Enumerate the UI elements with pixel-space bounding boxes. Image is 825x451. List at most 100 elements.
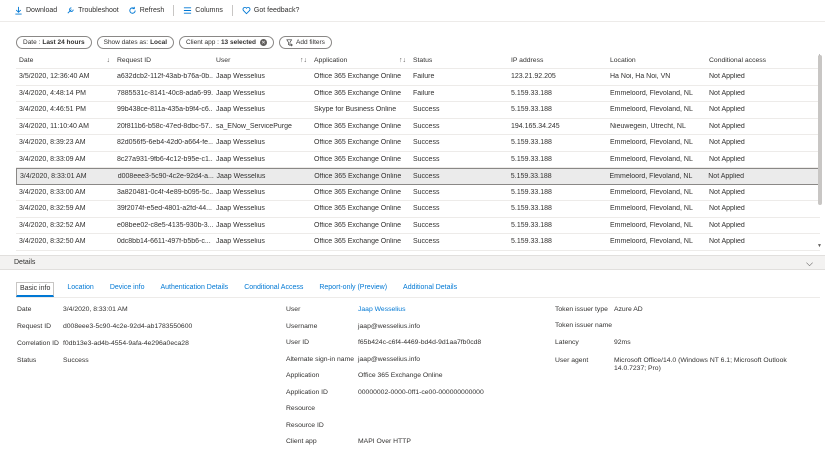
table-cell: Emmeloord, Flevoland, NL <box>610 238 693 246</box>
detail-value[interactable]: Jaap Wesselius <box>358 306 405 313</box>
table-cell: Not Applied <box>709 221 745 229</box>
table-scrollbar[interactable]: ▲ ▼ <box>817 53 823 250</box>
table-row[interactable]: 3/4/2020, 4:46:51 PM 99b438ce-811a-435a-b… <box>16 102 820 119</box>
detail-value: Azure AD <box>614 306 643 313</box>
detail-key: Request ID <box>17 323 52 330</box>
table-cell: Emmeloord, Flevoland, NL <box>609 172 693 180</box>
col-header-location[interactable]: Location <box>607 57 706 64</box>
table-cell: sa_ENow_ServicePurge <box>216 122 292 130</box>
col-header-application[interactable]: Application ↑↓ <box>311 57 410 64</box>
table-cell: Ha Noi, Ha Noi, VN <box>610 73 671 81</box>
table-row[interactable]: 3/4/2020, 8:33:01 AM d008eee3-5c90-4c2e-9… <box>16 168 820 185</box>
col-header-user[interactable]: User ↑↓ <box>213 57 311 64</box>
table-cell: Success <box>413 238 440 246</box>
table-cell: Not Applied <box>709 205 745 213</box>
table-cell: Jaap Wesselius <box>216 106 265 114</box>
sort-icon: ↑↓ <box>300 57 307 64</box>
detail-key: User agent <box>555 357 589 364</box>
table-cell: Office 365 Exchange Online <box>314 172 402 180</box>
table-row[interactable]: 3/4/2020, 8:32:59 AM 39f2074f-e5ed-4801-a… <box>16 201 820 218</box>
table-cell: Emmeloord, Flevoland, NL <box>610 155 693 163</box>
table-cell: 39f2074f-e5ed-4801-a2fd-44... <box>117 205 212 213</box>
table-row[interactable]: 3/4/2020, 8:33:00 AM 3a820481-0c4f-4e89-b… <box>16 185 820 201</box>
tab-conditional-access[interactable]: Conditional Access <box>241 282 306 297</box>
table-row[interactable]: 3/4/2020, 8:32:52 AM e08bee02-c8e5-4135-9… <box>16 218 820 234</box>
tab-device-info[interactable]: Device info <box>107 282 148 297</box>
table-cell: Jaap Wesselius <box>216 139 265 147</box>
download-button[interactable]: Download <box>14 4 57 18</box>
detail-value: jaap@wesselius.info <box>358 322 421 330</box>
tab-report-only[interactable]: Report-only (Preview) <box>316 282 390 297</box>
tab-authentication-details[interactable]: Authentication Details <box>157 282 231 297</box>
col-header-ip[interactable]: IP address <box>508 57 607 64</box>
feedback-button[interactable]: Got feedback? <box>242 4 299 18</box>
columns-label: Columns <box>195 7 223 14</box>
detail-value: 14.0.7237; Pro) <box>614 365 661 372</box>
detail-key: Token issuer type <box>555 306 608 313</box>
col-header-request-id[interactable]: Request ID <box>114 57 213 64</box>
table-cell: 5.159.33.188 <box>511 238 552 246</box>
table-cell: Jaap Wesselius <box>216 155 265 163</box>
detail-value: f65b424c-c6f4-4469-bd4d-9d1aa7fb0cd8 <box>358 339 482 346</box>
tab-additional-details[interactable]: Additional Details <box>400 282 460 297</box>
columns-button[interactable]: Columns <box>183 4 223 18</box>
troubleshoot-button[interactable]: Troubleshoot <box>66 4 119 18</box>
col-header-status[interactable]: Status <box>410 57 508 64</box>
client-app-pill[interactable]: Client app : 13 selected ✕ <box>179 36 274 49</box>
table-cell: Not Applied <box>709 238 745 246</box>
detail-key: Application ID <box>286 388 328 396</box>
table-cell: 3/5/2020, 12:36:40 AM <box>19 73 90 81</box>
table-cell: 123.21.92.205 <box>511 73 556 81</box>
date-filter-value: Last 24 hours <box>42 39 85 46</box>
table-cell: 82d056f5-6eb4-42d0-a664-fe... <box>117 139 213 147</box>
table-row[interactable]: 3/5/2020, 12:36:40 AM a632dcb2-112f-43ab-… <box>16 69 820 86</box>
table-cell: 3/4/2020, 8:32:52 AM <box>19 221 86 229</box>
detail-key: Client app <box>286 438 317 445</box>
table-cell: Not Applied <box>708 172 745 180</box>
add-filters-button[interactable]: Add filters <box>279 36 332 49</box>
table-cell: 3/4/2020, 8:39:23 AM <box>19 139 86 147</box>
table-cell: Office 365 Exchange Online <box>314 73 402 81</box>
table-row[interactable]: 3/4/2020, 8:32:50 AM 0dc8bb14-6611-497f-b… <box>16 234 820 251</box>
show-dates-value: Local <box>150 39 168 46</box>
refresh-button[interactable]: Refresh <box>128 4 164 18</box>
table-cell: Emmeloord, Flevoland, NL <box>610 221 693 229</box>
col-header-date[interactable]: Date ↓ <box>16 57 114 64</box>
table-cell: Success <box>413 139 440 147</box>
table-body: 3/5/2020, 12:36:40 AM a632dcb2-112f-43ab-… <box>16 69 820 251</box>
table-header: Date ↓ Request ID User ↑↓ Application ↑↓ St… <box>16 53 820 69</box>
table-cell: 20f811b6-b58c-47ed-8dbc-57... <box>117 122 213 130</box>
scroll-down-icon[interactable]: ▼ <box>817 243 822 249</box>
table-row[interactable]: 3/4/2020, 4:48:14 PM 7885531c-8141-40c8-a… <box>16 86 820 102</box>
detail-value: MAPI Over HTTP <box>358 438 411 445</box>
columns-icon <box>184 7 192 14</box>
show-dates-pill[interactable]: Show dates as: Local <box>96 36 175 49</box>
table-cell: 8c27a931-9fb6-4c12-b95e-c1... <box>117 155 213 163</box>
date-filter-pill[interactable]: Date : Last 24 hours <box>16 36 92 49</box>
table-row[interactable]: 3/4/2020, 11:10:40 AM 20f811b6-b58c-47ed-… <box>16 119 820 135</box>
table-cell: Office 365 Exchange Online <box>314 89 402 97</box>
table-cell: Jaap Wesselius <box>216 205 265 213</box>
table-cell: Not Applied <box>709 155 745 163</box>
table-row[interactable]: 3/4/2020, 8:33:09 AM 8c27a931-9fb6-4c12-b… <box>16 152 820 168</box>
table-cell: 3/4/2020, 8:32:59 AM <box>19 205 86 213</box>
scrollbar-thumb[interactable] <box>818 55 822 205</box>
detail-key: Correlation ID <box>17 340 59 347</box>
remove-filter-icon[interactable]: ✕ <box>260 39 267 46</box>
table-cell: 5.159.33.188 <box>511 139 552 147</box>
table-cell: 5.159.33.188 <box>511 155 552 163</box>
detail-value: Success <box>63 357 89 364</box>
details-bar[interactable]: Details ⌵ <box>0 255 825 270</box>
detail-value: jaap@wesselius.info <box>358 355 421 363</box>
detail-value: 92ms <box>614 339 631 346</box>
table-cell: 99b438ce-811a-435a-b9f4-c6... <box>117 106 213 114</box>
table-row[interactable]: 3/4/2020, 8:39:23 AM 82d056f5-6eb4-42d0-a… <box>16 135 820 152</box>
download-icon <box>15 6 22 15</box>
table-cell: Not Applied <box>709 139 745 147</box>
tab-basic-info[interactable]: Basic info <box>16 282 55 297</box>
tab-location[interactable]: Location <box>64 282 96 297</box>
table-cell: 5.159.33.188 <box>511 89 552 97</box>
col-header-conditional-access[interactable]: Conditional access <box>706 57 820 64</box>
date-filter-label: Date : <box>23 39 41 46</box>
chevron-down-icon[interactable]: ⌵ <box>806 258 813 269</box>
